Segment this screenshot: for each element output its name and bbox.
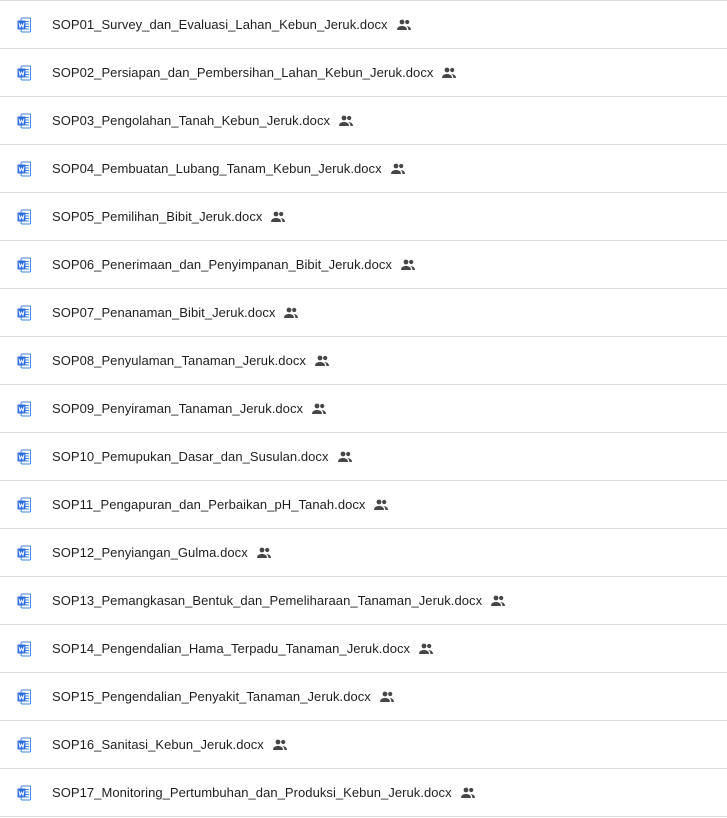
file-row[interactable]: SOP12_Penyiangan_Gulma.docx (0, 529, 727, 577)
word-doc-icon (16, 593, 32, 609)
word-doc-icon (16, 545, 32, 561)
file-name: SOP02_Persiapan_dan_Pembersihan_Lahan_Ke… (52, 65, 434, 80)
word-doc-icon (16, 305, 32, 321)
file-name: SOP17_Monitoring_Pertumbuhan_dan_Produks… (52, 785, 452, 800)
file-name: SOP03_Pengolahan_Tanah_Kebun_Jeruk.docx (52, 113, 331, 128)
file-row[interactable]: SOP16_Sanitasi_Kebun_Jeruk.docx (0, 721, 727, 769)
word-doc-icon (16, 209, 32, 225)
file-name: SOP07_Penanaman_Bibit_Jeruk.docx (52, 305, 276, 320)
file-name: SOP06_Penerimaan_dan_Penyimpanan_Bibit_J… (52, 257, 392, 272)
shared-people-icon (338, 113, 354, 129)
shared-people-icon (314, 353, 330, 369)
word-doc-icon (16, 65, 32, 81)
shared-people-icon (441, 65, 457, 81)
shared-people-icon (379, 689, 395, 705)
file-row[interactable]: SOP10_Pemupukan_Dasar_dan_Susulan.docx (0, 433, 727, 481)
file-name: SOP16_Sanitasi_Kebun_Jeruk.docx (52, 737, 264, 752)
shared-people-icon (272, 737, 288, 753)
file-row[interactable]: SOP01_Survey_dan_Evaluasi_Lahan_Kebun_Je… (0, 1, 727, 49)
shared-people-icon (400, 257, 416, 273)
word-doc-icon (16, 113, 32, 129)
file-name: SOP08_Penyulaman_Tanaman_Jeruk.docx (52, 353, 306, 368)
file-row[interactable]: SOP05_Pemilihan_Bibit_Jeruk.docx (0, 193, 727, 241)
file-name: SOP04_Pembuatan_Lubang_Tanam_Kebun_Jeruk… (52, 161, 382, 176)
shared-people-icon (311, 401, 327, 417)
file-row[interactable]: SOP03_Pengolahan_Tanah_Kebun_Jeruk.docx (0, 97, 727, 145)
shared-people-icon (337, 449, 353, 465)
file-list: SOP01_Survey_dan_Evaluasi_Lahan_Kebun_Je… (0, 0, 727, 817)
shared-people-icon (490, 593, 506, 609)
shared-people-icon (256, 545, 272, 561)
shared-people-icon (396, 17, 412, 33)
word-doc-icon (16, 449, 32, 465)
file-row[interactable]: SOP17_Monitoring_Pertumbuhan_dan_Produks… (0, 769, 727, 817)
shared-people-icon (460, 785, 476, 801)
file-row[interactable]: SOP04_Pembuatan_Lubang_Tanam_Kebun_Jeruk… (0, 145, 727, 193)
file-name: SOP14_Pengendalian_Hama_Terpadu_Tanaman_… (52, 641, 411, 656)
file-row[interactable]: SOP13_Pemangkasan_Bentuk_dan_Pemeliharaa… (0, 577, 727, 625)
shared-people-icon (390, 161, 406, 177)
file-row[interactable]: SOP15_Pengendalian_Penyakit_Tanaman_Jeru… (0, 673, 727, 721)
word-doc-icon (16, 161, 32, 177)
file-row[interactable]: SOP02_Persiapan_dan_Pembersihan_Lahan_Ke… (0, 49, 727, 97)
word-doc-icon (16, 497, 32, 513)
file-row[interactable]: SOP06_Penerimaan_dan_Penyimpanan_Bibit_J… (0, 241, 727, 289)
shared-people-icon (418, 641, 434, 657)
file-row[interactable]: SOP11_Pengapuran_dan_Perbaikan_pH_Tanah.… (0, 481, 727, 529)
file-name: SOP09_Penyiraman_Tanaman_Jeruk.docx (52, 401, 304, 416)
word-doc-icon (16, 353, 32, 369)
word-doc-icon (16, 17, 32, 33)
word-doc-icon (16, 641, 32, 657)
word-doc-icon (16, 785, 32, 801)
file-row[interactable]: SOP08_Penyulaman_Tanaman_Jeruk.docx (0, 337, 727, 385)
word-doc-icon (16, 401, 32, 417)
shared-people-icon (373, 497, 389, 513)
word-doc-icon (16, 737, 32, 753)
word-doc-icon (16, 257, 32, 273)
file-name: SOP15_Pengendalian_Penyakit_Tanaman_Jeru… (52, 689, 371, 704)
shared-people-icon (270, 209, 286, 225)
file-name: SOP01_Survey_dan_Evaluasi_Lahan_Kebun_Je… (52, 17, 388, 32)
shared-people-icon (283, 305, 299, 321)
file-row[interactable]: SOP09_Penyiraman_Tanaman_Jeruk.docx (0, 385, 727, 433)
word-doc-icon (16, 689, 32, 705)
file-row[interactable]: SOP07_Penanaman_Bibit_Jeruk.docx (0, 289, 727, 337)
file-name: SOP12_Penyiangan_Gulma.docx (52, 545, 248, 560)
file-name: SOP13_Pemangkasan_Bentuk_dan_Pemeliharaa… (52, 593, 483, 608)
file-row[interactable]: SOP14_Pengendalian_Hama_Terpadu_Tanaman_… (0, 625, 727, 673)
file-name: SOP11_Pengapuran_dan_Perbaikan_pH_Tanah.… (52, 497, 366, 512)
file-name: SOP05_Pemilihan_Bibit_Jeruk.docx (52, 209, 263, 224)
file-name: SOP10_Pemupukan_Dasar_dan_Susulan.docx (52, 449, 329, 464)
